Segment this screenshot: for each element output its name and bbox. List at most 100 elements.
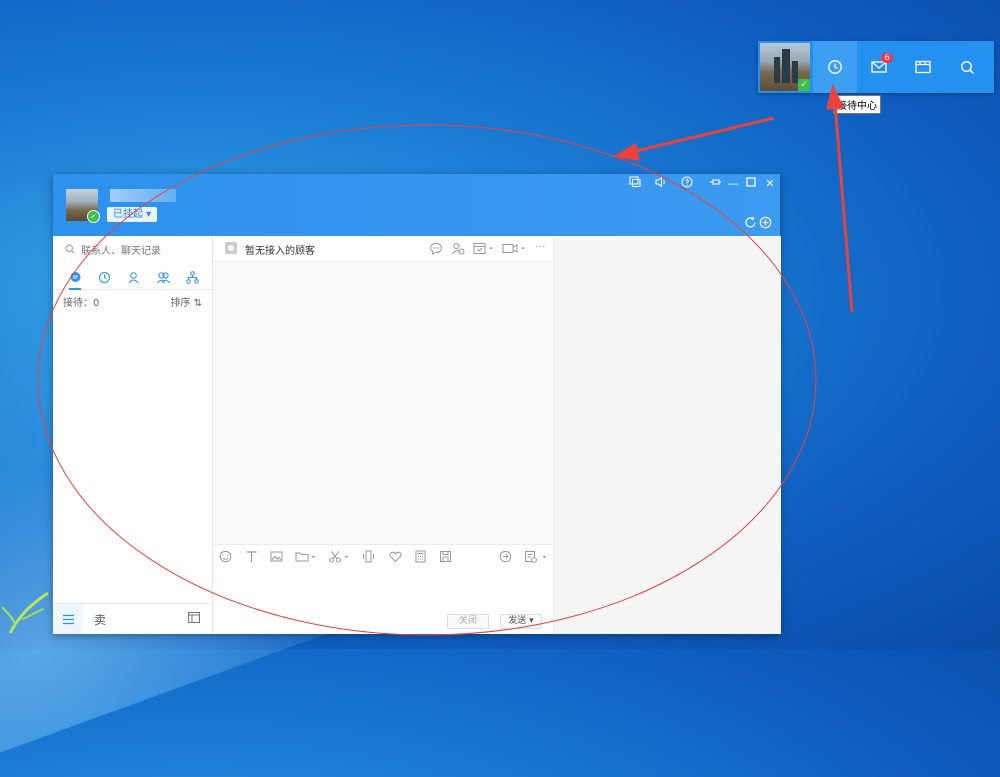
send-button[interactable]: 发送 ▾: [500, 614, 542, 629]
blurred-username: [110, 189, 176, 202]
tab-contacts[interactable]: [118, 265, 148, 289]
person-icon: [128, 271, 138, 283]
hamburger-menu-icon: [62, 614, 74, 624]
tab-current-chats[interactable]: [60, 265, 90, 290]
mini-floating-bar: ✓ 6: [758, 41, 994, 93]
vibrate-icon: [363, 550, 374, 563]
annotation-arrow-left: [612, 116, 775, 161]
sell-button[interactable]: 卖: [94, 611, 106, 628]
help-button[interactable]: [679, 176, 695, 192]
annotation-arrow-up: [826, 83, 854, 313]
add-contact-button[interactable]: [451, 242, 465, 258]
search-icon: [960, 60, 974, 74]
save-button[interactable]: [439, 550, 452, 566]
chat-window: ✓ 已挂起 ▾ — ✕ 联系人、聊天记录 接待：0 排序 ⇅ 卖 暂无接入的顾客…: [53, 174, 781, 634]
left-footer: 卖: [53, 603, 212, 634]
calculator-button[interactable]: [414, 550, 427, 566]
search-input[interactable]: [81, 243, 201, 259]
folder-dropdown-icon: [295, 552, 316, 562]
contacts-panel: 接待：0 排序 ⇅ 卖: [53, 236, 213, 634]
group-icon: [156, 271, 170, 283]
transfer-button[interactable]: [473, 242, 495, 258]
desktop-plant-icon: [1, 591, 49, 634]
pin-icon: [709, 179, 721, 185]
favorite-button[interactable]: [389, 550, 402, 566]
transfer-dropdown-icon: [473, 243, 493, 254]
image-icon: [270, 551, 283, 562]
pin-button[interactable]: [707, 176, 723, 192]
customer-info-panel: [553, 236, 781, 634]
chat-area: 暂无接入的顾客 ··· 关闭 发送 ▾: [213, 236, 552, 634]
plus-circle-icon: [759, 216, 772, 229]
refresh-button[interactable]: [744, 216, 757, 229]
add-person-icon: [451, 242, 465, 255]
org-chart-icon: [185, 270, 199, 284]
tab-recent[interactable]: [89, 265, 119, 289]
vibrate-button[interactable]: [362, 550, 375, 566]
tab-groups[interactable]: [148, 265, 178, 289]
menu-button[interactable]: [53, 604, 83, 634]
chat-records-icon: [629, 176, 641, 187]
chat-records-button[interactable]: [627, 176, 643, 192]
speaker-icon: [655, 176, 665, 188]
maximize-icon: [746, 177, 756, 187]
scissors-dropdown-icon: [329, 551, 349, 563]
close-icon: ✕: [765, 177, 775, 190]
smiley-icon: [219, 550, 232, 563]
recall-button[interactable]: [499, 550, 512, 566]
calculator-icon: [415, 550, 426, 563]
reply-bubble-icon: [499, 550, 512, 563]
record-button[interactable]: [524, 550, 550, 566]
maximize-button[interactable]: [743, 176, 759, 192]
clock-icon: [98, 271, 110, 283]
panel-layout-icon: [188, 612, 200, 623]
mail-count-badge: 6: [881, 53, 893, 63]
user-avatar[interactable]: ✓: [66, 189, 100, 223]
search-box: [61, 243, 203, 259]
receiving-count: 接待：0: [63, 298, 100, 309]
online-check-icon: ✓: [798, 79, 810, 91]
avatar[interactable]: ✓: [760, 43, 810, 91]
help-icon: [681, 176, 693, 188]
close-window-button[interactable]: ✕: [762, 176, 778, 192]
contact-tabs: [53, 265, 212, 290]
video-camera-icon: [502, 244, 525, 253]
emoji-button[interactable]: [219, 550, 232, 566]
reception-center-button[interactable]: [813, 41, 857, 93]
quick-reply-button[interactable]: [429, 242, 443, 258]
image-button[interactable]: [270, 550, 283, 566]
tab-organization[interactable]: [177, 265, 207, 289]
chat-bubble-icon: [70, 271, 80, 282]
font-button[interactable]: [245, 550, 258, 566]
add-button[interactable]: [759, 216, 772, 229]
mail-button[interactable]: 6: [857, 41, 901, 93]
more-button[interactable]: ···: [535, 240, 546, 253]
tooltip: 接待中心: [833, 95, 881, 114]
text-font-icon: [246, 551, 257, 562]
status-dropdown[interactable]: 已挂起 ▾: [107, 207, 158, 222]
sound-button[interactable]: [653, 176, 669, 192]
search-button[interactable]: [945, 41, 989, 93]
record-dropdown-icon: [525, 551, 547, 563]
save-icon: [440, 551, 451, 562]
search-icon: [65, 244, 75, 257]
sort-button[interactable]: 排序 ⇅: [170, 294, 202, 309]
minimize-icon: —: [727, 177, 739, 190]
window-icon: [915, 60, 931, 74]
more-dots-icon: ···: [535, 240, 546, 253]
window-button[interactable]: [901, 41, 945, 93]
close-chat-button[interactable]: 关闭: [447, 614, 489, 629]
video-button[interactable]: [502, 242, 528, 258]
panel-toggle-button[interactable]: [188, 612, 200, 626]
clock-icon: [828, 60, 842, 74]
refresh-icon: [745, 216, 756, 228]
window-header: ✓ 已挂起 ▾ — ✕: [53, 174, 780, 236]
input-toolbar: [213, 544, 552, 569]
heart-icon: [389, 551, 402, 563]
file-button[interactable]: [295, 550, 319, 566]
message-input-area[interactable]: 关闭 发送 ▾: [213, 568, 552, 634]
no-customer-label: 暂无接入的顾客: [245, 246, 315, 257]
chat-header: 暂无接入的顾客 ···: [213, 236, 552, 262]
minimize-button[interactable]: —: [725, 176, 741, 192]
screenshot-button[interactable]: [328, 550, 352, 566]
